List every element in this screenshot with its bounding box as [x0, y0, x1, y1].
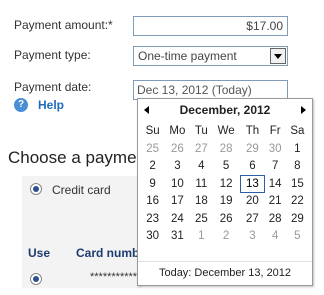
calendar-day[interactable]: 19 — [212, 193, 240, 211]
weekday-header: We — [217, 124, 235, 137]
calendar-day[interactable]: 1 — [191, 228, 212, 246]
calendar-day[interactable]: 26 — [164, 140, 190, 158]
calendar-week-row: 9 10 11 12 13 14 15 — [141, 175, 309, 193]
payment-date-field[interactable]: Dec 13, 2012 (Today) — [133, 80, 288, 100]
calendar-day[interactable]: 26 — [212, 210, 240, 228]
calendar-week-row: 2345678 — [141, 158, 309, 176]
calendar-day[interactable]: 3 — [164, 158, 190, 176]
calendar-day-today[interactable]: 13 — [240, 175, 265, 193]
calendar-day[interactable]: 5 — [286, 228, 309, 246]
chevron-right-icon[interactable] — [298, 105, 308, 115]
credit-card-label: Credit card — [52, 183, 111, 197]
calendar-day[interactable]: 29 — [240, 140, 264, 158]
calendar-day[interactable]: 2 — [212, 228, 240, 246]
weekday-header: Su — [145, 124, 160, 137]
calendar-day[interactable]: 5 — [212, 158, 240, 176]
payment-type-select[interactable]: One-time payment — [133, 46, 288, 66]
calendar-day[interactable]: 12 — [212, 175, 240, 193]
calendar-grid: Su Mo Tu We Th Fr Sa 25 26 27 28 29 30 1 2 3 4 5 6 7 8 9 10 11… — [141, 121, 309, 245]
calendar-day[interactable]: 4 — [265, 228, 286, 246]
calendar-day[interactable]: 7 — [265, 158, 286, 176]
calendar-day[interactable]: 31 — [164, 228, 190, 246]
today-link[interactable]: Today: December 13, 2012 — [138, 267, 312, 279]
calendar-day[interactable]: 25 — [191, 210, 212, 228]
card-number-masked: ************ — [90, 271, 142, 283]
calendar-day[interactable]: 23 — [141, 210, 164, 228]
calendar-day[interactable]: 15 — [286, 175, 309, 193]
amount-label: Payment amount:* — [14, 18, 113, 32]
column-header-use: Use — [28, 246, 51, 260]
calendar-day[interactable]: 21 — [265, 193, 286, 211]
calendar-day[interactable]: 3 — [240, 228, 264, 246]
weekday-header: Mo — [169, 124, 186, 137]
calendar-day[interactable]: 28 — [212, 140, 240, 158]
calendar-week-row: 30 31 1 2 3 4 5 — [141, 228, 309, 246]
calendar-week-row: 16 17 18 19 20 21 22 — [141, 193, 309, 211]
calendar-month-label: December, 2012 — [179, 103, 271, 117]
calendar-week-row: 23 24 25 26 27 28 29 — [141, 210, 309, 228]
calendar-day[interactable]: 18 — [191, 193, 212, 211]
calendar-day[interactable]: 30 — [265, 140, 286, 158]
chevron-down-icon[interactable] — [270, 48, 286, 64]
payment-type-label: Payment type: — [14, 48, 91, 62]
calendar-day[interactable]: 6 — [240, 158, 264, 176]
credit-card-radio[interactable] — [30, 183, 42, 195]
amount-field[interactable]: $17.00 — [133, 16, 288, 36]
calendar-day[interactable]: 4 — [191, 158, 212, 176]
calendar-day[interactable]: 28 — [265, 210, 286, 228]
calendar-day[interactable]: 25 — [141, 140, 164, 158]
payment-date-label: Payment date: — [14, 80, 92, 94]
calendar-day[interactable]: 9 — [141, 175, 164, 193]
weekday-header: Sa — [290, 124, 305, 137]
calendar-day[interactable]: 11 — [191, 175, 212, 193]
calendar-week-row: 25 26 27 28 29 30 1 — [141, 140, 309, 158]
weekday-header: Tu — [194, 124, 208, 137]
weekday-header: Fr — [269, 124, 281, 137]
help-link[interactable]: Help — [38, 98, 64, 112]
calendar-day[interactable]: 22 — [286, 193, 309, 211]
calendar-divider — [138, 261, 312, 262]
calendar-day[interactable]: 16 — [141, 193, 164, 211]
date-picker-popup: December, 2012 Su Mo Tu We Th Fr Sa 25 26 27 28 29… — [137, 98, 313, 286]
calendar-day[interactable]: 14 — [265, 175, 286, 193]
calendar-day[interactable]: 1 — [286, 140, 309, 158]
calendar-day[interactable]: 10 — [164, 175, 190, 193]
calendar-day[interactable]: 27 — [240, 210, 264, 228]
calendar-day[interactable]: 2 — [141, 158, 164, 176]
calendar-day[interactable]: 24 — [164, 210, 190, 228]
help-icon[interactable]: ? — [14, 98, 28, 112]
calendar-day[interactable]: 17 — [164, 193, 190, 211]
calendar-day[interactable]: 20 — [240, 193, 264, 211]
card-row-radio[interactable] — [30, 273, 42, 285]
weekday-header: Th — [245, 124, 260, 137]
calendar-day[interactable]: 8 — [286, 158, 309, 176]
calendar-day[interactable]: 30 — [141, 228, 164, 246]
calendar-day[interactable]: 27 — [191, 140, 212, 158]
payment-type-value: One-time payment — [138, 49, 237, 63]
calendar-day[interactable]: 29 — [286, 210, 309, 228]
